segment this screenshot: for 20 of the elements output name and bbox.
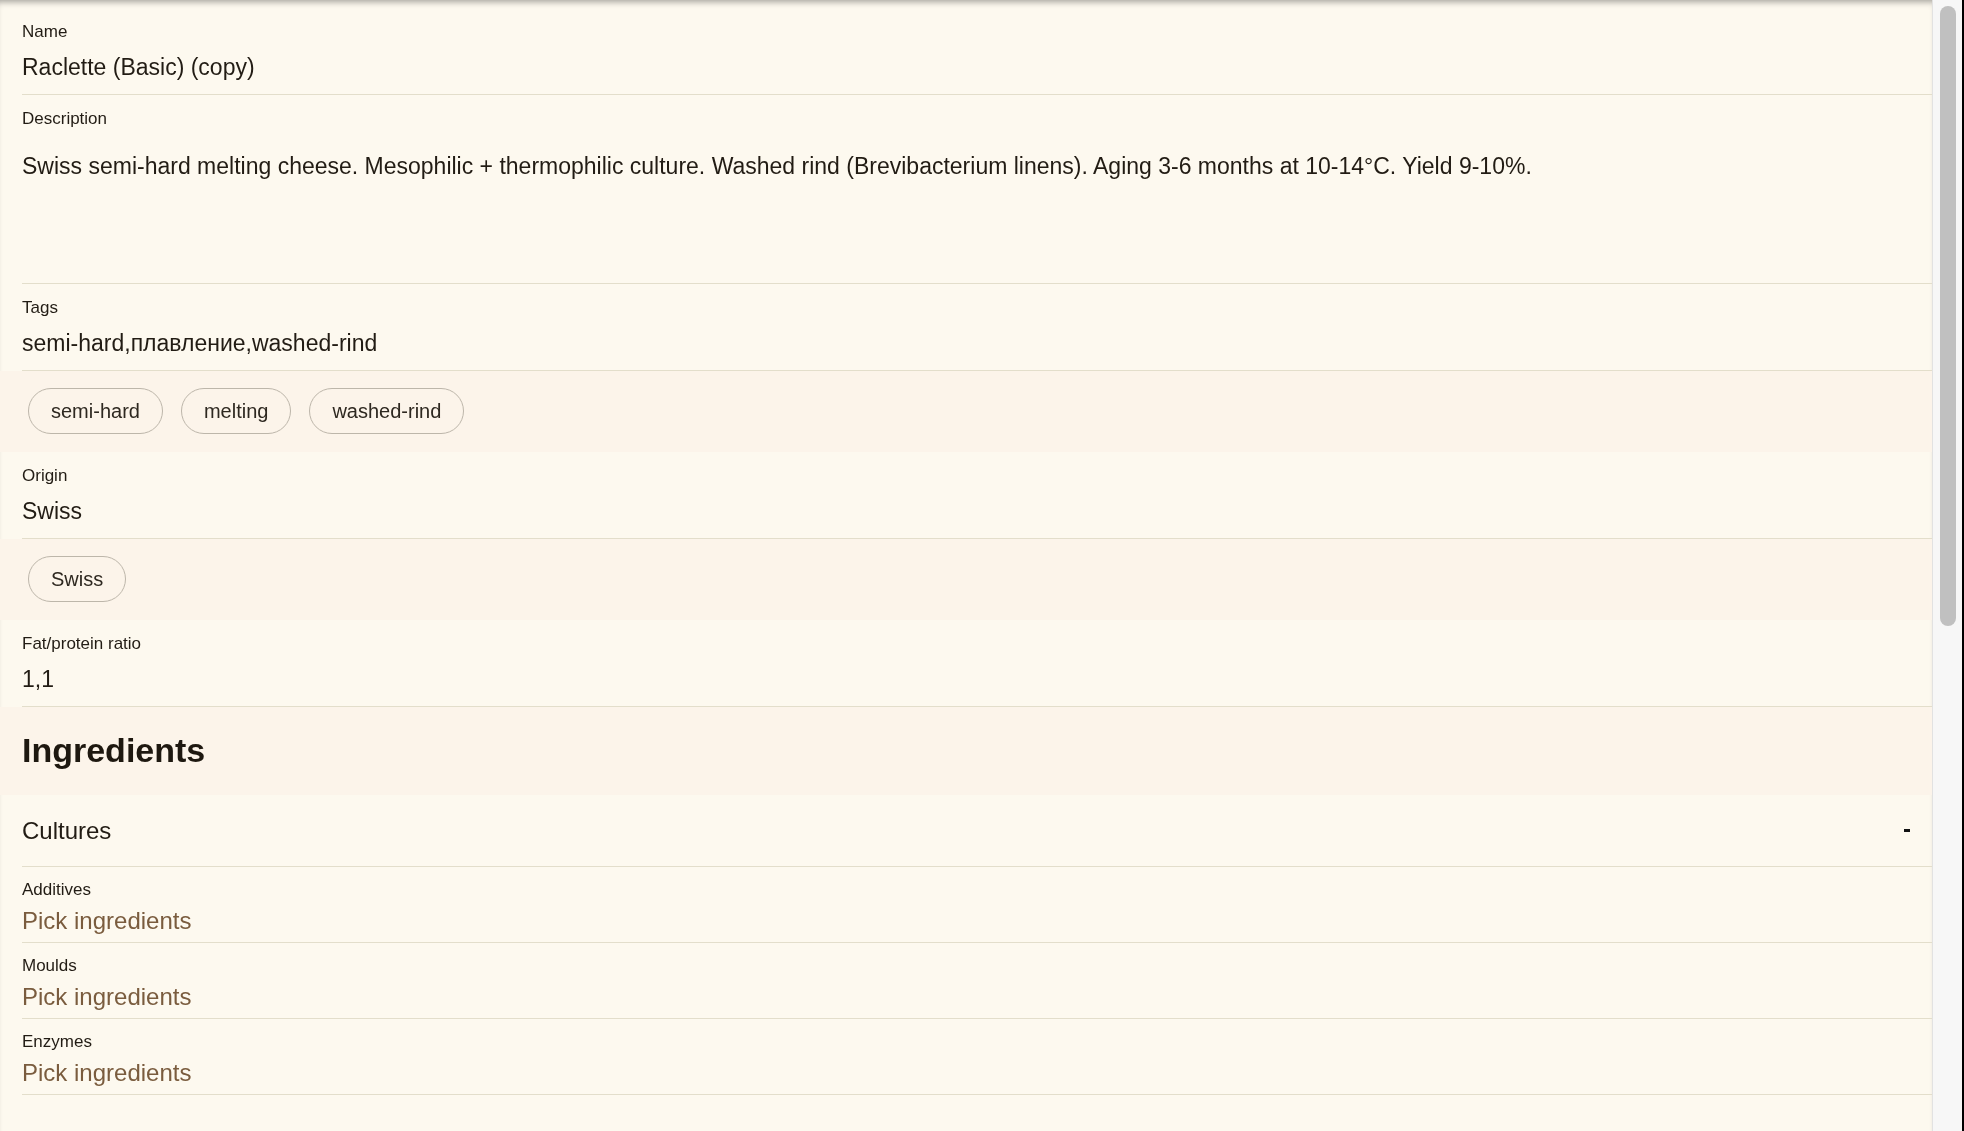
input-field[interactable]: semi-hard,плавление,washed-rind — [22, 328, 1932, 358]
input-field[interactable]: Raclette (Basic) (copy) — [22, 52, 1932, 82]
section-heading: Ingredients — [22, 730, 206, 771]
field-label: Additives — [22, 880, 91, 900]
field-label: Description — [22, 109, 108, 129]
scrollbar-thumb[interactable] — [1940, 6, 1956, 626]
textarea-field[interactable]: Swiss semi-hard melting cheese. Mesophilic + thermophilic culture. Washed rind (Brevibacterium linens). Aging 3-6 months at 10-14°C. Yield 9-10%. — [22, 147, 1932, 271]
field-label: Origin — [22, 466, 68, 486]
picker-field[interactable]: Pick ingredients — [22, 980, 1932, 1014]
field-label: Tags — [22, 298, 58, 318]
field-label: Moulds — [22, 956, 77, 976]
field-label: Fat/protein ratio — [22, 634, 142, 654]
field-label: Enzymes — [22, 1032, 92, 1052]
picker-field[interactable]: Pick ingredients — [22, 904, 1932, 938]
picker-field[interactable]: Pick ingredients — [22, 1056, 1932, 1090]
input-field[interactable]: Swiss — [22, 496, 1932, 526]
group-header[interactable]: Cultures — [22, 815, 112, 846]
field-label: Name — [22, 22, 68, 42]
input-field[interactable]: 1,1 — [22, 664, 1932, 694]
minus-icon[interactable] — [1904, 829, 1910, 832]
